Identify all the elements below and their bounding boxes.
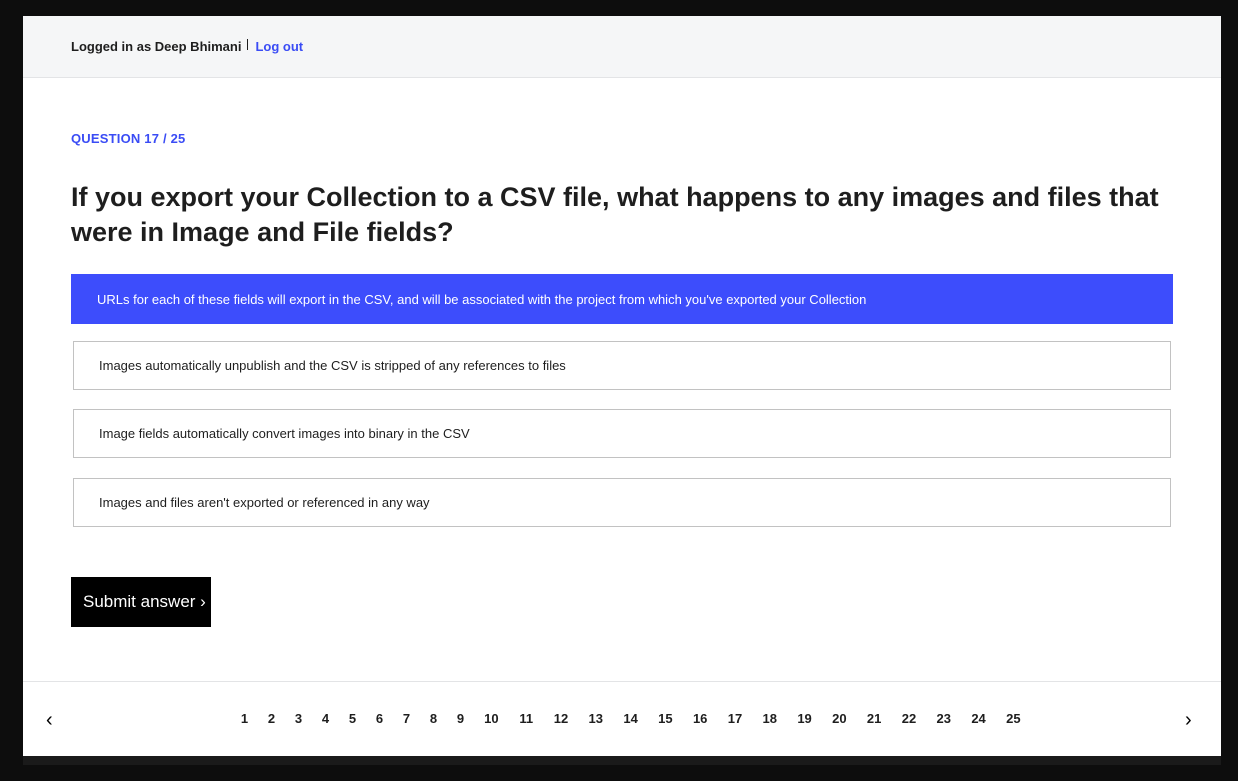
answer-option-label: URLs for each of these fields will expor… (97, 291, 867, 307)
page-link-12[interactable]: 12 (544, 711, 579, 726)
page-link-22[interactable]: 22 (892, 711, 927, 726)
divider (247, 39, 249, 50)
window-bottom-edge (23, 756, 1221, 765)
page-link-19[interactable]: 19 (787, 711, 822, 726)
page-link-15[interactable]: 15 (648, 711, 683, 726)
page-link-11[interactable]: 11 (509, 711, 544, 726)
page-link-16[interactable]: 16 (683, 711, 718, 726)
page-link-18[interactable]: 18 (752, 711, 787, 726)
page-link-5[interactable]: 5 (339, 711, 366, 726)
answer-option-2[interactable]: Images automatically unpublish and the C… (73, 341, 1171, 390)
page-link-23[interactable]: 23 (926, 711, 961, 726)
page-link-10[interactable]: 10 (474, 711, 509, 726)
page-number-list: 1 2 3 4 5 6 7 8 9 10 11 12 13 14 15 16 17 18 19 20 21 22 23 24 2… (231, 711, 1031, 726)
answer-option-3[interactable]: Image fields automatically convert image… (73, 409, 1171, 458)
page-link-1[interactable]: 1 (231, 711, 258, 726)
page-link-6[interactable]: 6 (366, 711, 393, 726)
page-link-14[interactable]: 14 (613, 711, 648, 726)
quiz-window: Logged in as Deep Bhimani Log out QUESTI… (23, 16, 1221, 756)
page-link-13[interactable]: 13 (578, 711, 613, 726)
page-link-20[interactable]: 20 (822, 711, 857, 726)
page-link-8[interactable]: 8 (420, 711, 447, 726)
page-link-17[interactable]: 17 (718, 711, 753, 726)
logged-in-text: Logged in as Deep Bhimani (71, 39, 242, 54)
question-text: If you export your Collection to a CSV f… (71, 182, 1159, 247)
question-pagination: ‹ 1 2 3 4 5 6 7 8 9 10 11 12 13 14 15 16 17 18 19 20 21 22 23 2… (23, 681, 1221, 756)
answer-option-4[interactable]: Images and files aren't exported or refe… (73, 478, 1171, 527)
page-link-9[interactable]: 9 (447, 711, 474, 726)
chevron-left-icon[interactable]: ‹ (46, 708, 53, 732)
page-link-2[interactable]: 2 (258, 711, 285, 726)
answer-option-label: Images automatically unpublish and the C… (99, 358, 566, 373)
page-link-7[interactable]: 7 (393, 711, 420, 726)
chevron-right-icon[interactable]: › (1185, 708, 1192, 732)
submit-answer-button[interactable]: Submit answer › (71, 577, 211, 627)
logout-link[interactable]: Log out (255, 39, 303, 54)
answer-option-label: Images and files aren't exported or refe… (99, 495, 430, 510)
page-link-21[interactable]: 21 (857, 711, 892, 726)
answer-option-1[interactable]: URLs for each of these fields will expor… (71, 274, 1173, 324)
page-link-25[interactable]: 25 (996, 711, 1031, 726)
page-link-3[interactable]: 3 (285, 711, 312, 726)
page-link-24[interactable]: 24 (961, 711, 996, 726)
answer-option-label: Image fields automatically convert image… (99, 426, 470, 441)
question-counter: QUESTION 17 / 25 (71, 131, 186, 146)
page-link-4[interactable]: 4 (312, 711, 339, 726)
top-bar: Logged in as Deep Bhimani Log out (23, 16, 1221, 78)
